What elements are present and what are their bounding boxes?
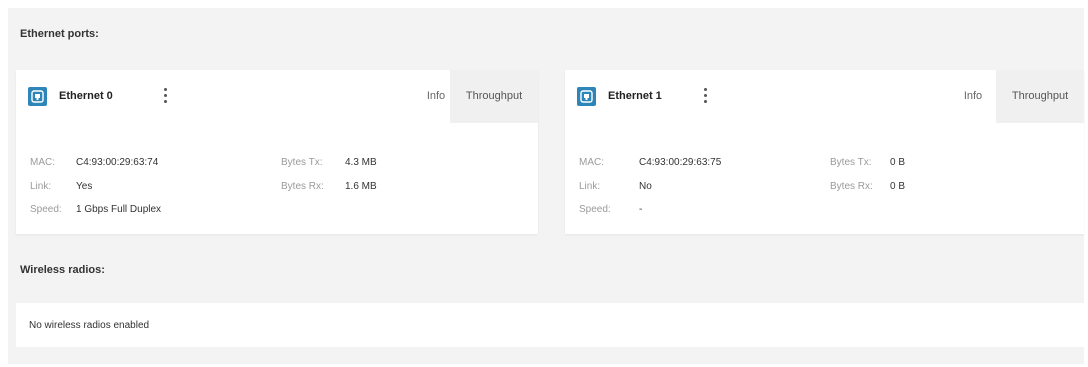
wireless-empty-message: No wireless radios enabled — [29, 320, 150, 331]
speed-value: - — [639, 204, 643, 215]
wireless-section-title: Wireless radios: — [20, 264, 105, 276]
bytes-rx-value: 1.6 MB — [345, 181, 377, 192]
bytes-tx-label: Bytes Tx: — [830, 157, 872, 168]
ethernet-card-header: Ethernet 0 Info Throughput — [16, 70, 538, 123]
link-value: No — [639, 181, 652, 192]
ethernet-card-header: Ethernet 1 Info Throughput — [565, 70, 1084, 123]
bytes-rx-label: Bytes Rx: — [281, 181, 324, 192]
bytes-tx-label: Bytes Tx: — [281, 157, 323, 168]
mac-label: MAC: — [30, 157, 55, 168]
ethernet-name: Ethernet 1 — [608, 90, 662, 102]
bytes-tx-value: 4.3 MB — [345, 157, 377, 168]
ethernet-section-title: Ethernet ports: — [20, 28, 99, 40]
tab-throughput[interactable]: Throughput — [996, 70, 1084, 123]
link-label: Link: — [30, 181, 52, 192]
ethernet-card-0: Ethernet 0 Info Throughput MAC: C4:93:00… — [16, 70, 538, 234]
mac-value: C4:93:00:29:63:74 — [76, 157, 159, 168]
speed-value: 1 Gbps Full Duplex — [76, 204, 162, 215]
speed-label: Speed: — [30, 204, 62, 215]
bytes-rx-value: 0 B — [890, 181, 906, 192]
mac-value: C4:93:00:29:63:75 — [639, 157, 722, 168]
ethernet-port-icon — [577, 87, 596, 106]
ethernet-name: Ethernet 0 — [59, 90, 113, 102]
ethernet-card-1: Ethernet 1 Info Throughput MAC: C4:93:00… — [565, 70, 1084, 234]
tab-throughput[interactable]: Throughput — [450, 70, 538, 123]
speed-label: Speed: — [579, 204, 611, 215]
bytes-tx-value: 0 B — [890, 157, 906, 168]
more-vert-icon[interactable] — [159, 83, 173, 107]
tab-info[interactable]: Info — [951, 70, 995, 123]
interfaces-panel: Ethernet ports: Ethernet 0 Info Throughp… — [8, 8, 1084, 364]
link-label: Link: — [579, 181, 601, 192]
wireless-radios-card: No wireless radios enabled — [16, 303, 1084, 347]
mac-label: MAC: — [579, 157, 604, 168]
bytes-rx-label: Bytes Rx: — [830, 181, 873, 192]
more-vert-icon[interactable] — [699, 83, 713, 107]
ethernet-port-icon — [28, 87, 47, 106]
link-value: Yes — [76, 181, 93, 192]
